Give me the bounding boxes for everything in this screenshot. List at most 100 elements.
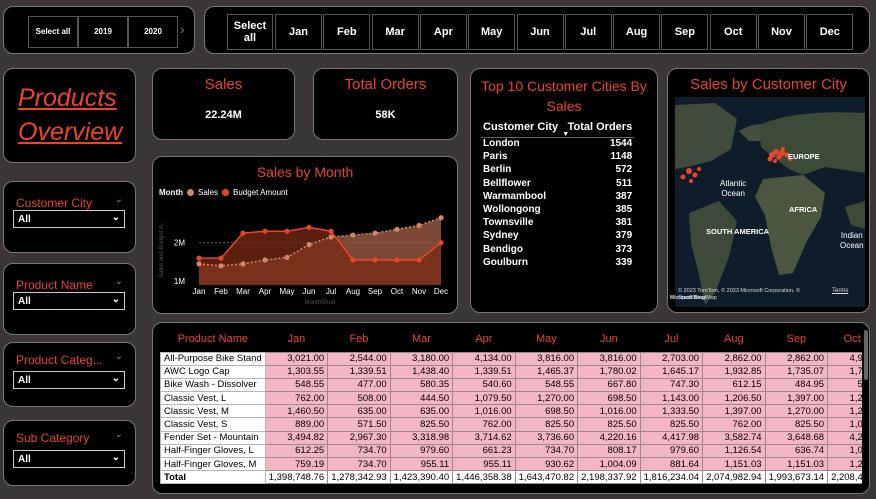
cell-value: 667.80 [577,377,641,393]
chevron-down-icon[interactable]: ⌄ [115,194,123,205]
month-button-sep[interactable]: Sep [661,14,709,50]
matrix-col-header[interactable]: Jun [577,326,641,352]
city-row[interactable]: Goulburn 339 [481,256,634,269]
product-category-dropdown[interactable]: All ⌄ [13,371,125,389]
table-row[interactable]: Classic Vest, S 889.00 571.50 825.50 762.00 8… [160,417,862,432]
month-button-may[interactable]: May [468,14,516,50]
year-2019-button[interactable]: 2019 [78,16,128,48]
cell-value: 1,151.03 [764,456,829,472]
sales-by-month-chart: Sales by Month Month Sales Budget Amount… [152,156,458,314]
data-point [328,228,334,234]
matrix-col-header[interactable]: Sep [765,326,828,352]
product-matrix[interactable]: Product Name Jan Feb Mar Apr May Jun Jul Aug Sep… [160,326,862,491]
city-row[interactable]: Wollongong 385 [481,203,634,216]
chevron-down-icon[interactable]: ⌄ [115,351,123,362]
x-tick-label: Jan [193,287,206,296]
col-header-city[interactable]: Customer City [481,117,560,137]
y-tick-label: 2M [174,239,185,248]
cell-value: 3,494.82 [264,430,329,445]
cell-value: 808.17 [577,443,641,459]
city-row[interactable]: Warmambool 387 [481,190,634,203]
title-panel: Products Overview [3,68,136,163]
month-button-feb[interactable]: Feb [323,14,371,50]
table-row[interactable]: All-Purpose Bike Stand 3,021.00 2,544.00 3,… [160,351,862,366]
cell-value: 1,270.00 [764,404,829,419]
cell-value: 1,798 [827,364,862,379]
cell-value: 1,460.50 [264,404,329,419]
month-button-oct[interactable]: Oct [709,14,757,50]
col-header-orders[interactable]: Total Orders ▼ [560,117,634,138]
month-button-apr[interactable]: Apr [419,14,467,50]
cell-value: 1,151.03 [702,456,766,472]
cell-value: 556 [827,377,862,393]
cell-value: 1,932.85 [702,364,766,379]
data-point [240,230,246,236]
matrix-col-header[interactable]: May [515,326,578,352]
col-header-orders-label: Total Orders [567,120,633,133]
cell-value: 3,180.00 [389,351,454,366]
data-point [262,228,268,234]
month-select-all-button[interactable]: Select all [227,14,273,50]
x-tick-label: Dec [434,287,448,296]
customer-city-dropdown[interactable]: All ⌄ [13,210,125,228]
city-row[interactable]: Bendigo 373 [481,243,634,256]
city-name: Bendigo [483,243,523,255]
matrix-total-row[interactable]: Total 1,398,748.76 1,278,342.93 1,423,390.4… [160,470,862,485]
cell-value: 571.50 [327,417,391,432]
matrix-col-header[interactable]: Aug [702,326,766,352]
cell-value: 1,126.54 [702,443,766,459]
month-button-mar[interactable]: Mar [371,14,419,50]
cell-value: 1,016.00 [577,404,641,419]
chevron-down-icon[interactable]: ⌄ [115,429,123,440]
product-name-dropdown[interactable]: All ⌄ [13,292,125,310]
orders-card: Total Orders 58K [313,68,458,140]
data-point [372,230,378,236]
cell-value: 3,582.74 [702,430,766,445]
cell-value: 1,270.00 [514,391,579,406]
dropdown-value: All [18,453,31,465]
cell-value: 2,862.00 [702,351,766,366]
map-canvas[interactable] [675,97,870,312]
month-button-nov[interactable]: Nov [758,14,805,50]
table-row[interactable]: Classic Vest, L 762.00 508.00 444.50 1,079.5… [160,391,862,406]
matrix-col-header[interactable]: Mar [390,326,453,352]
matrix-col-header[interactable]: Apr [452,326,516,352]
sub-category-dropdown[interactable]: All ⌄ [13,450,125,468]
cell-value: 734.70 [327,456,391,472]
year-2020-button[interactable]: 2020 [128,16,178,48]
city-row[interactable]: London 1544 [481,137,635,150]
month-button-jul[interactable]: Jul [564,14,612,50]
x-tick-label: Sep [368,287,383,296]
matrix-col-header[interactable]: Oct [827,326,862,352]
city-row[interactable]: Sydney 379 [481,229,634,242]
city-name: Wollongong [483,204,541,216]
city-row[interactable]: Berlin 572 [481,163,634,176]
city-row[interactable]: Bellflower 511 [481,177,634,190]
table-row[interactable]: Half-Finger Gloves, M 759.19 734.70 955.11 9… [160,456,862,472]
chart-plot: 1M 2M Jan Feb Mar Apr May Jun Jul Aug Sep Oct Nov Dec… [159,215,448,306]
city-row[interactable]: Townsville 381 [481,216,634,229]
year-select-all-button[interactable]: Select all [28,16,78,48]
matrix-row-header[interactable]: Product Name [160,326,266,352]
matrix-scrollbar[interactable] [864,330,868,380]
table-row[interactable]: Fender Set - Mountain 3,494.82 2,967.30 3,3… [160,430,862,445]
city-row[interactable]: Paris 1148 [481,150,634,163]
matrix-col-header[interactable]: Jan [265,326,328,352]
chevron-down-icon[interactable]: ⌄ [115,276,123,287]
matrix-col-header[interactable]: Feb [327,326,391,352]
month-button-aug[interactable]: Aug [613,14,661,50]
cell-value: 540.60 [452,377,516,393]
table-row[interactable]: Half-Finger Gloves, L 612.25 734.70 979.60 6… [160,443,862,459]
map-terms-link[interactable]: Terms [832,288,848,294]
filter-product-category: Product Categ... ⌄ All ⌄ [3,342,136,407]
month-button-dec[interactable]: Dec [806,14,854,50]
month-button-jun[interactable]: Jun [516,14,564,50]
month-button-jan[interactable]: Jan [275,14,322,50]
row-label: Fender Set - Mountain [160,430,266,445]
table-row[interactable]: AWC Logo Cap 1,303.55 1,339.51 1,438.40 1,33… [160,364,862,379]
table-row[interactable]: Bike Wash - Dissolver 548.55 477.00 580.35 5… [160,377,862,393]
matrix-col-header[interactable]: Jul [640,326,703,352]
table-row[interactable]: Classic Vest, M 1,460.50 635.00 635.00 1,016… [160,404,862,419]
cell-value: 548.55 [514,377,579,393]
chevron-right-icon[interactable]: › [180,21,185,37]
